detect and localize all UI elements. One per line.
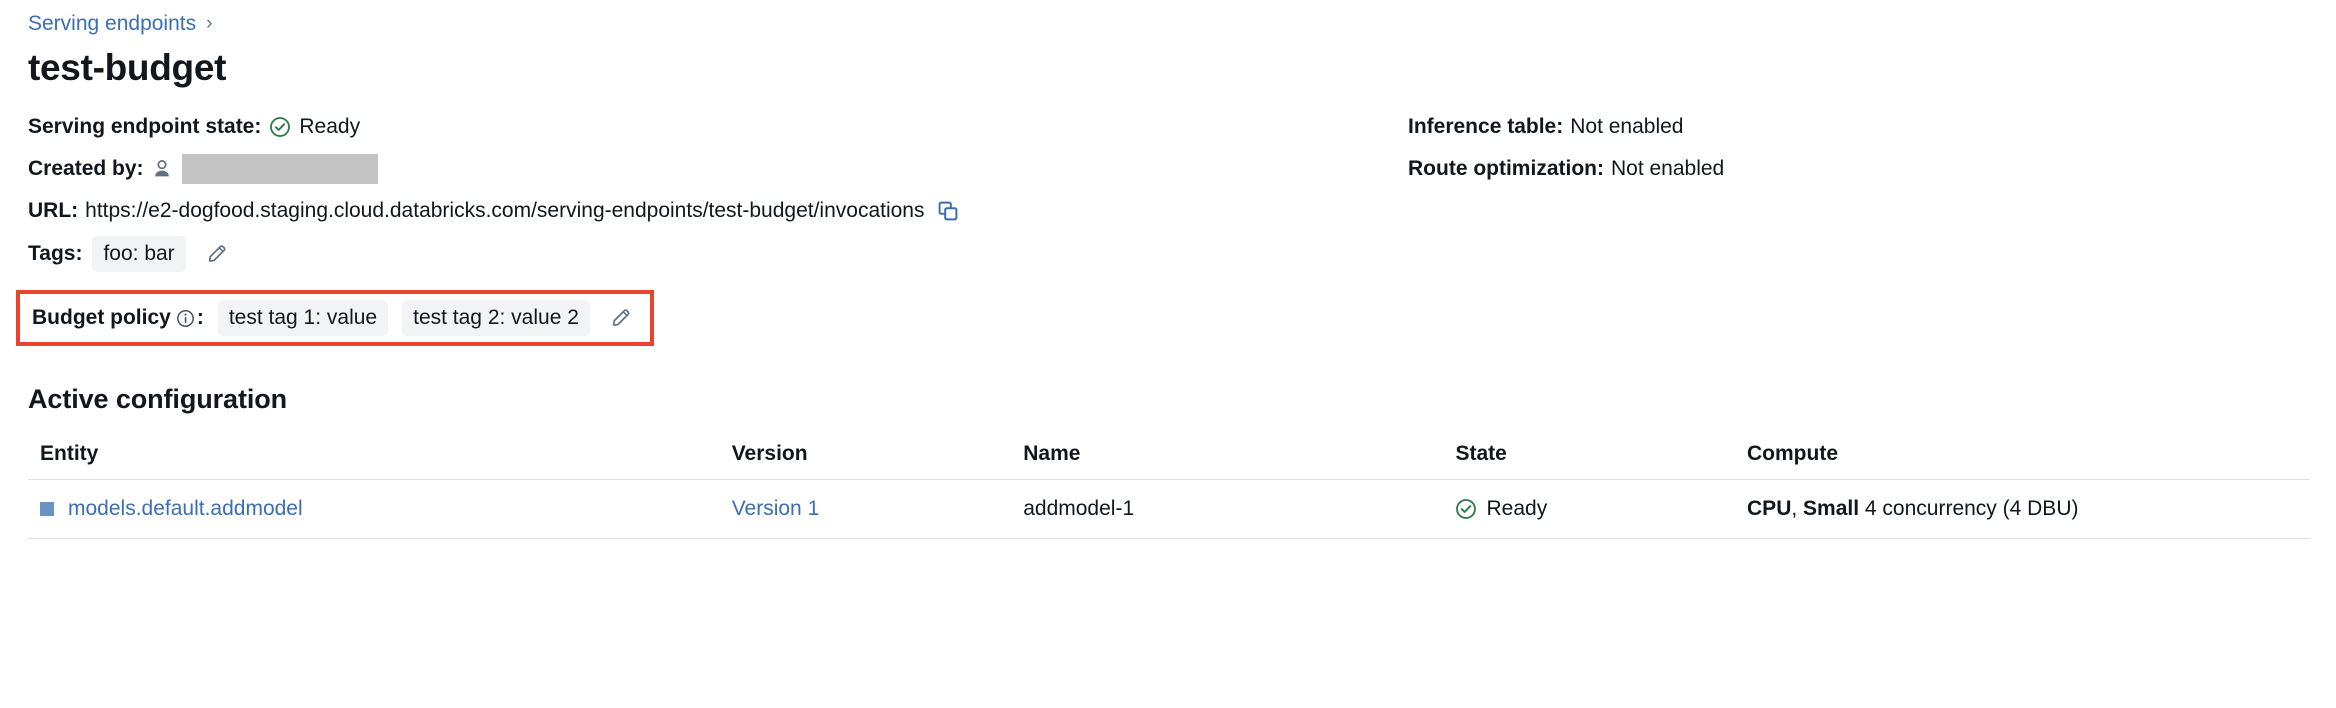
- budget-policy-tag-2: test tag 2: value 2: [402, 300, 590, 336]
- info-circle-icon[interactable]: [176, 309, 195, 328]
- endpoint-url-row: URL: https://e2-dogfood.staging.cloud.da…: [28, 194, 1318, 228]
- model-square-icon: [40, 502, 54, 516]
- compute-size: Small: [1803, 497, 1859, 520]
- compute-detail: 4 concurrency (4 DBU): [1865, 497, 2079, 520]
- cell-version: Version 1: [732, 480, 1024, 539]
- table-header-row: Entity Version Name State Compute: [28, 442, 2310, 480]
- route-optimization-label: Route optimization:: [1408, 154, 1604, 184]
- compute-separator: ,: [1791, 497, 1803, 520]
- copy-icon[interactable]: [937, 200, 959, 222]
- breadcrumb-link-serving-endpoints[interactable]: Serving endpoints: [28, 10, 196, 38]
- created-by-row: Created by:: [28, 152, 1318, 186]
- created-by-redacted-value: [182, 154, 378, 184]
- breadcrumb-chevron-right-icon: ›: [206, 12, 212, 36]
- budget-policy-label: Budget policy: [32, 306, 171, 330]
- check-circle-icon: [269, 116, 291, 138]
- column-header-version: Version: [732, 442, 1024, 480]
- compute-type: CPU: [1747, 497, 1791, 520]
- tags-label: Tags:: [28, 239, 82, 269]
- budget-policy-highlight-box: Budget policy : test tag 1: value test t…: [16, 290, 654, 346]
- serving-endpoint-state-label: Serving endpoint state:: [28, 112, 261, 142]
- person-icon: [152, 158, 172, 180]
- edit-tags-pencil-icon[interactable]: [204, 241, 230, 267]
- inference-table-label: Inference table:: [1408, 112, 1563, 142]
- check-circle-icon: [1455, 498, 1477, 520]
- route-optimization-row: Route optimization: Not enabled: [1408, 152, 2308, 186]
- metadata-right-column: Inference table: Not enabled Route optim…: [1408, 110, 2308, 194]
- cell-compute: CPU, Small 4 concurrency (4 DBU): [1747, 480, 2310, 539]
- serving-endpoint-state-row: Serving endpoint state: Ready: [28, 110, 1318, 144]
- serving-endpoint-state-value: Ready: [299, 112, 360, 142]
- cell-state: Ready: [1455, 480, 1747, 539]
- inference-table-value: Not enabled: [1570, 112, 1683, 142]
- cell-entity: models.default.addmodel: [28, 480, 732, 539]
- table-row: models.default.addmodel Version 1 addmod…: [28, 480, 2310, 539]
- column-header-state: State: [1455, 442, 1747, 480]
- inference-table-row: Inference table: Not enabled: [1408, 110, 2308, 144]
- created-by-label: Created by:: [28, 154, 144, 184]
- active-configuration-table: Entity Version Name State Compute models…: [28, 442, 2310, 539]
- endpoint-metadata: Serving endpoint state: Ready Created by…: [28, 110, 2308, 346]
- state-value: Ready: [1486, 497, 1547, 521]
- entity-link[interactable]: models.default.addmodel: [68, 497, 303, 521]
- breadcrumb: Serving endpoints ›: [28, 0, 2308, 30]
- column-header-entity: Entity: [28, 442, 732, 480]
- column-header-name: Name: [1023, 442, 1455, 480]
- serving-endpoint-detail-page: Serving endpoints › test-budget Serving …: [0, 0, 2336, 708]
- tag-pill: foo: bar: [92, 236, 185, 272]
- url-value: https://e2-dogfood.staging.cloud.databri…: [85, 196, 924, 226]
- route-optimization-value: Not enabled: [1611, 154, 1724, 184]
- active-configuration-heading: Active configuration: [28, 382, 2308, 416]
- url-label: URL:: [28, 196, 78, 226]
- page-title: test-budget: [28, 46, 2308, 90]
- column-header-compute: Compute: [1747, 442, 2310, 480]
- metadata-left-column: Serving endpoint state: Ready Created by…: [28, 110, 1318, 346]
- cell-name: addmodel-1: [1023, 480, 1455, 539]
- tags-row: Tags: foo: bar: [28, 236, 1318, 272]
- edit-budget-policy-pencil-icon[interactable]: [608, 305, 634, 331]
- version-link[interactable]: Version 1: [732, 497, 820, 520]
- budget-policy-tag-1: test tag 1: value: [218, 300, 388, 336]
- budget-policy-colon: :: [197, 306, 204, 330]
